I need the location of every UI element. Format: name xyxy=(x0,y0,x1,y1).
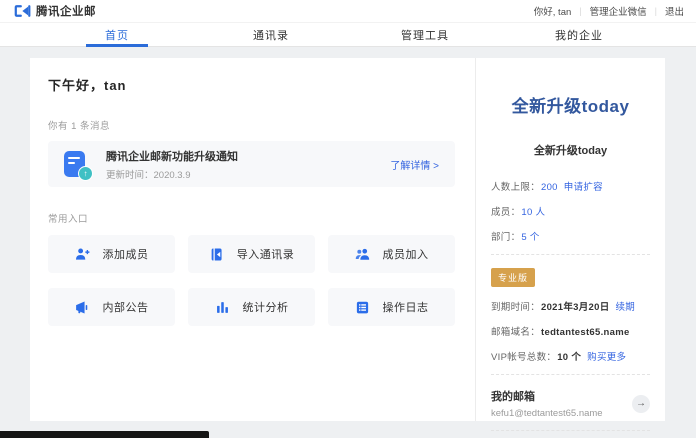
member-join-button[interactable]: 成员加入 xyxy=(328,235,455,273)
upgrade-banner-title[interactable]: 全新升级today xyxy=(491,92,650,117)
divider xyxy=(491,254,650,255)
mail-domain-value: tedtantest65.name xyxy=(541,327,630,338)
right-arrow-icon: → xyxy=(636,398,646,409)
member-join-icon xyxy=(355,247,370,262)
plan-info: 到期时间：2021年3月20日续期 邮箱域名：tedtantest65.name… xyxy=(491,299,650,363)
statistics-button[interactable]: 统计分析 xyxy=(188,288,315,326)
vip-count-label: VIP帐号总数： xyxy=(491,352,556,363)
top-bar: 腾讯企业邮 你好, tan | 管理企业微信 | 退出 xyxy=(0,0,696,22)
main-panel: 下午好，tan 你有 1 条消息 ↑ 腾讯企业邮新功能升级通知 更新时间：202… xyxy=(30,58,475,421)
operation-logs-label: 操作日志 xyxy=(383,299,429,315)
page-greeting: 下午好，tan xyxy=(48,75,455,94)
renew-link[interactable]: 续期 xyxy=(616,302,636,313)
expiry-value: 2021年3月20日 xyxy=(541,302,609,313)
add-member-button[interactable]: 添加成员 xyxy=(48,235,175,273)
org-stats: 人数上限：200 申请扩容 成员：10 人 部门：5 个 xyxy=(491,179,650,243)
manage-wecom-link[interactable]: 管理企业微信 xyxy=(590,4,647,18)
quick-entries-grid: 添加成员 导入通讯录 xyxy=(48,235,455,326)
notification-text: 腾讯企业邮新功能升级通知 更新时间：2020.3.9 xyxy=(106,148,238,181)
main-nav: 首页 通讯录 管理工具 我的企业 xyxy=(0,22,696,47)
messages-note: 你有 1 条消息 xyxy=(48,118,455,132)
my-mailbox-block: 我的邮箱 kefu1@tedtantest65.name → xyxy=(491,388,650,419)
my-mailbox-email: kefu1@tedtantest65.name xyxy=(491,408,603,419)
operation-logs-button[interactable]: 操作日志 xyxy=(328,288,455,326)
upgrade-notice-icon: ↑ xyxy=(64,151,91,178)
add-member-icon xyxy=(75,247,90,262)
announcement-icon xyxy=(75,300,90,315)
import-contacts-label: 导入通讯录 xyxy=(237,246,295,262)
notification-title: 腾讯企业邮新功能升级通知 xyxy=(106,148,238,164)
expiry-label: 到期时间： xyxy=(491,302,540,313)
side-panel: 全新升级today 全新升级today 人数上限：200 申请扩容 成员：10 人… xyxy=(475,58,665,421)
department-count-row: 部门：5 个 xyxy=(491,229,650,243)
tab-admin-tools-label: 管理工具 xyxy=(401,27,449,43)
upgrade-subtitle: 全新升级today xyxy=(491,142,650,158)
member-count-row: 成员：10 人 xyxy=(491,204,650,218)
plan-badge: 专业版 xyxy=(491,268,535,287)
notification-item[interactable]: ↑ 腾讯企业邮新功能升级通知 更新时间：2020.3.9 了解详情 > xyxy=(48,141,455,187)
member-limit-label: 人数上限： xyxy=(491,182,540,193)
divider xyxy=(491,430,650,431)
expiry-row: 到期时间：2021年3月20日续期 xyxy=(491,299,650,313)
my-mailbox-text: 我的邮箱 kefu1@tedtantest65.name xyxy=(491,388,603,419)
separator: | xyxy=(655,6,657,16)
learn-more-link[interactable]: 了解详情 > xyxy=(390,157,439,172)
mail-domain-label: 邮箱域名： xyxy=(491,327,540,338)
member-limit-value: 200 xyxy=(541,182,558,193)
internal-announcement-label: 内部公告 xyxy=(103,299,149,315)
tab-my-company[interactable]: 我的企业 xyxy=(502,23,656,46)
logs-icon xyxy=(355,300,370,315)
logout-link[interactable]: 退出 xyxy=(665,4,684,18)
separator: | xyxy=(579,6,581,16)
tab-admin-tools[interactable]: 管理工具 xyxy=(348,23,502,46)
open-mailbox-button[interactable]: → xyxy=(632,395,650,413)
app-logo[interactable]: 腾讯企业邮 xyxy=(14,3,96,19)
member-count-label: 成员： xyxy=(491,207,520,218)
notification-updated: 更新时间：2020.3.9 xyxy=(106,167,238,181)
divider xyxy=(491,374,650,375)
quick-entries-label: 常用入口 xyxy=(48,211,455,225)
buy-more-link[interactable]: 购买更多 xyxy=(587,352,626,363)
mail-domain-row: 邮箱域名：tedtantest65.name xyxy=(491,324,650,338)
user-greeting: 你好, tan xyxy=(534,4,572,18)
member-count-value: 10 人 xyxy=(521,207,545,218)
tab-contacts[interactable]: 通讯录 xyxy=(194,23,348,46)
add-member-label: 添加成员 xyxy=(103,246,149,262)
tab-contacts-label: 通讯录 xyxy=(253,27,289,43)
department-count-label: 部门： xyxy=(491,232,520,243)
exmail-logo-icon xyxy=(14,4,31,18)
tab-my-company-label: 我的企业 xyxy=(555,27,603,43)
vip-count-value: 10 个 xyxy=(557,352,581,363)
department-count-value: 5 个 xyxy=(521,232,539,243)
statistics-label: 统计分析 xyxy=(243,299,289,315)
member-limit-row: 人数上限：200 申请扩容 xyxy=(491,179,650,193)
dashboard-card: 下午好，tan 你有 1 条消息 ↑ 腾讯企业邮新功能升级通知 更新时间：202… xyxy=(30,58,665,421)
stats-icon xyxy=(215,300,230,315)
tab-home-label: 首页 xyxy=(105,27,129,43)
expand-capacity-link[interactable]: 申请扩容 xyxy=(564,182,603,193)
top-bar-right: 你好, tan | 管理企业微信 | 退出 xyxy=(534,4,684,18)
member-join-label: 成员加入 xyxy=(383,246,429,262)
app-title: 腾讯企业邮 xyxy=(36,3,96,19)
my-mailbox-title: 我的邮箱 xyxy=(491,388,603,404)
vip-count-row: VIP帐号总数：10 个购买更多 xyxy=(491,349,650,363)
content-area: 下午好，tan 你有 1 条消息 ↑ 腾讯企业邮新功能升级通知 更新时间：202… xyxy=(0,47,696,438)
upgrade-arrow-badge-icon: ↑ xyxy=(78,166,93,181)
import-contacts-button[interactable]: 导入通讯录 xyxy=(188,235,315,273)
internal-announcement-button[interactable]: 内部公告 xyxy=(48,288,175,326)
import-contacts-icon xyxy=(209,247,224,262)
tab-home[interactable]: 首页 xyxy=(40,23,194,46)
